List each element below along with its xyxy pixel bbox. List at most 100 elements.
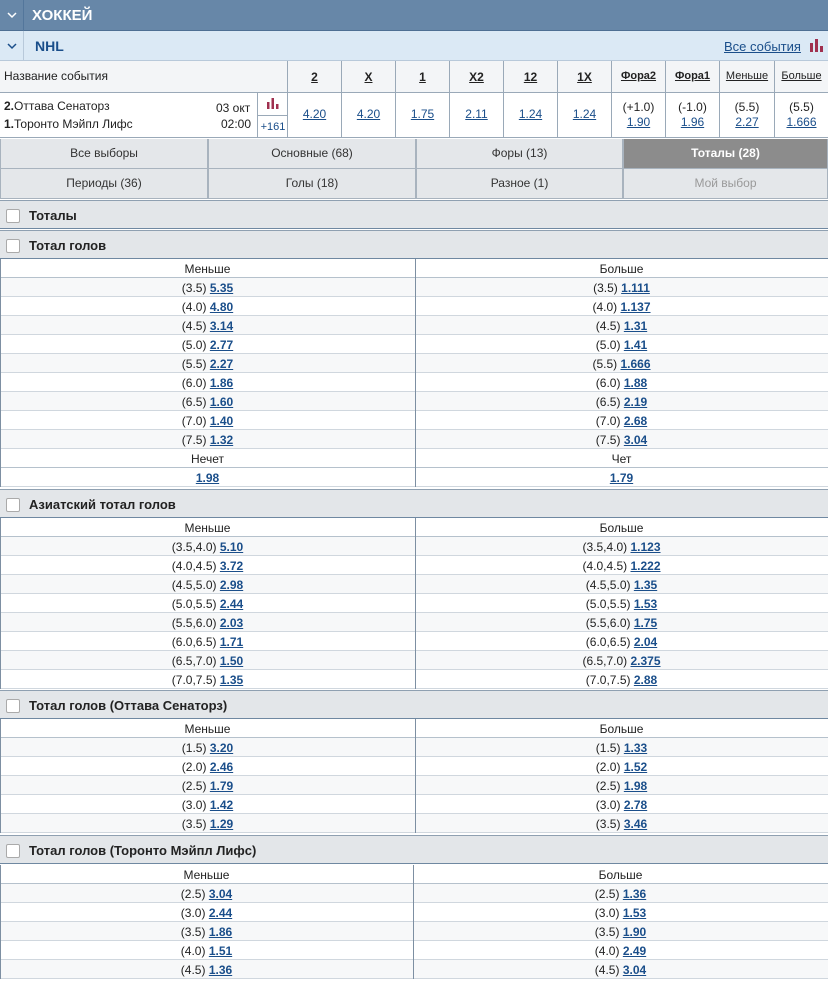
- less-odd[interactable]: 2.98: [220, 578, 243, 592]
- less-odd[interactable]: 1.71: [220, 635, 243, 649]
- tab-all[interactable]: Все выборы: [0, 139, 208, 169]
- less-odd[interactable]: 3.04: [209, 887, 232, 901]
- less-odd[interactable]: 1.29: [210, 817, 233, 831]
- even-value[interactable]: 1.79: [610, 471, 633, 485]
- odd-fora2[interactable]: 1.90: [612, 115, 665, 129]
- odd-value[interactable]: 1.98: [196, 471, 219, 485]
- column-12[interactable]: 12: [503, 61, 557, 93]
- less-odd[interactable]: 4.80: [210, 300, 233, 314]
- more-markets-button[interactable]: +161: [258, 115, 288, 138]
- odd-less[interactable]: 2.27: [720, 115, 774, 129]
- more-odd[interactable]: 2.88: [634, 673, 657, 687]
- more-odd[interactable]: 2.78: [624, 798, 647, 812]
- column-1[interactable]: 1: [395, 61, 449, 93]
- less-odd[interactable]: 1.79: [210, 779, 233, 793]
- tab-misc[interactable]: Разное (1): [416, 169, 623, 199]
- section-totals[interactable]: Тоталы: [0, 200, 828, 229]
- less-odd[interactable]: 1.35: [220, 673, 243, 687]
- section-total-goals[interactable]: Тотал голов: [0, 230, 828, 259]
- sport-header[interactable]: ХОККЕЙ: [0, 0, 828, 31]
- less-odd[interactable]: 2.27: [210, 357, 233, 371]
- odd-x2[interactable]: 2.11: [450, 107, 503, 121]
- less-odd[interactable]: 1.50: [220, 654, 243, 668]
- less-odd[interactable]: 2.03: [220, 616, 243, 630]
- column-x2[interactable]: X2: [449, 61, 503, 93]
- tab-goals[interactable]: Голы (18): [208, 169, 416, 199]
- chevron-down-icon[interactable]: [0, 31, 24, 61]
- section-toronto-total[interactable]: Тотал голов (Торонто Мэйпл Лифс): [0, 835, 828, 864]
- section-checkbox[interactable]: [6, 844, 20, 858]
- more-odd[interactable]: 1.111: [621, 281, 650, 295]
- more-odd[interactable]: 1.35: [634, 578, 657, 592]
- tab-totals[interactable]: Тоталы (28): [623, 139, 828, 169]
- less-odd[interactable]: 5.10: [220, 540, 243, 554]
- section-ottawa-total[interactable]: Тотал голов (Оттава Сенаторз): [0, 690, 828, 719]
- statistics-icon[interactable]: [810, 39, 824, 55]
- more-odd[interactable]: 2.04: [634, 635, 657, 649]
- more-odd[interactable]: 2.49: [623, 944, 646, 958]
- less-odd[interactable]: 2.46: [210, 760, 233, 774]
- less-odd[interactable]: 3.14: [210, 319, 233, 333]
- less-odd[interactable]: 1.42: [210, 798, 233, 812]
- less-odd[interactable]: 2.44: [209, 906, 232, 920]
- less-odd[interactable]: 1.36: [209, 963, 232, 977]
- tab-main[interactable]: Основные (68): [208, 139, 416, 169]
- less-odd[interactable]: 3.72: [220, 559, 243, 573]
- more-odd[interactable]: 2.68: [624, 414, 647, 428]
- more-odd[interactable]: 1.98: [624, 779, 647, 793]
- column-less[interactable]: Меньше: [719, 61, 774, 93]
- team-1[interactable]: 2.Оттава Сенаторз: [4, 99, 110, 113]
- odd-more[interactable]: 1.666: [775, 115, 828, 129]
- odd-fora1[interactable]: 1.96: [666, 115, 719, 129]
- column-1x[interactable]: 1X: [557, 61, 611, 93]
- odd-1x[interactable]: 1.24: [558, 107, 611, 121]
- less-odd[interactable]: 1.60: [210, 395, 233, 409]
- less-odd[interactable]: 5.35: [210, 281, 233, 295]
- column-fora2[interactable]: Фора2: [611, 61, 665, 93]
- less-odd[interactable]: 1.40: [210, 414, 233, 428]
- section-checkbox[interactable]: [6, 699, 20, 713]
- more-odd[interactable]: 2.19: [624, 395, 647, 409]
- section-checkbox[interactable]: [6, 498, 20, 512]
- column-more[interactable]: Больше: [774, 61, 828, 93]
- less-odd[interactable]: 1.32: [210, 433, 233, 447]
- more-odd[interactable]: 2.375: [631, 654, 661, 668]
- less-odd[interactable]: 2.44: [220, 597, 243, 611]
- more-odd[interactable]: 1.75: [634, 616, 657, 630]
- more-odd[interactable]: 1.88: [624, 376, 647, 390]
- tab-handicaps[interactable]: Форы (13): [416, 139, 623, 169]
- team-2[interactable]: 1.Торонто Мэйпл Лифс: [4, 117, 133, 131]
- all-events-link[interactable]: Все события: [724, 39, 801, 54]
- statistics-icon[interactable]: [267, 98, 279, 112]
- more-odd[interactable]: 1.123: [631, 540, 661, 554]
- more-odd[interactable]: 1.33: [624, 741, 647, 755]
- more-odd[interactable]: 1.137: [621, 300, 651, 314]
- less-odd[interactable]: 3.20: [210, 741, 233, 755]
- less-odd[interactable]: 2.77: [210, 338, 233, 352]
- more-odd[interactable]: 1.41: [624, 338, 647, 352]
- less-odd[interactable]: 1.86: [210, 376, 233, 390]
- section-checkbox[interactable]: [6, 209, 20, 223]
- odd-12[interactable]: 1.24: [504, 107, 557, 121]
- more-odd[interactable]: 3.04: [624, 433, 647, 447]
- more-odd[interactable]: 1.222: [631, 559, 661, 573]
- more-odd[interactable]: 1.36: [623, 887, 646, 901]
- chevron-down-icon[interactable]: [0, 0, 24, 31]
- more-odd[interactable]: 1.90: [623, 925, 646, 939]
- more-odd[interactable]: 1.52: [624, 760, 647, 774]
- column-2[interactable]: 2: [287, 61, 341, 93]
- more-odd[interactable]: 1.53: [623, 906, 646, 920]
- more-odd[interactable]: 1.53: [634, 597, 657, 611]
- column-fora1[interactable]: Фора1: [665, 61, 719, 93]
- tab-my-choice[interactable]: Мой выбор: [623, 169, 828, 199]
- odd-2[interactable]: 4.20: [288, 107, 341, 121]
- odd-x[interactable]: 4.20: [342, 107, 395, 121]
- less-odd[interactable]: 1.51: [209, 944, 232, 958]
- column-x[interactable]: X: [341, 61, 395, 93]
- odd-1[interactable]: 1.75: [396, 107, 449, 121]
- section-asian-total[interactable]: Азиатский тотал голов: [0, 489, 828, 518]
- league-header[interactable]: NHL Все события: [0, 31, 828, 61]
- section-checkbox[interactable]: [6, 239, 20, 253]
- tab-periods[interactable]: Периоды (36): [0, 169, 208, 199]
- less-odd[interactable]: 1.86: [209, 925, 232, 939]
